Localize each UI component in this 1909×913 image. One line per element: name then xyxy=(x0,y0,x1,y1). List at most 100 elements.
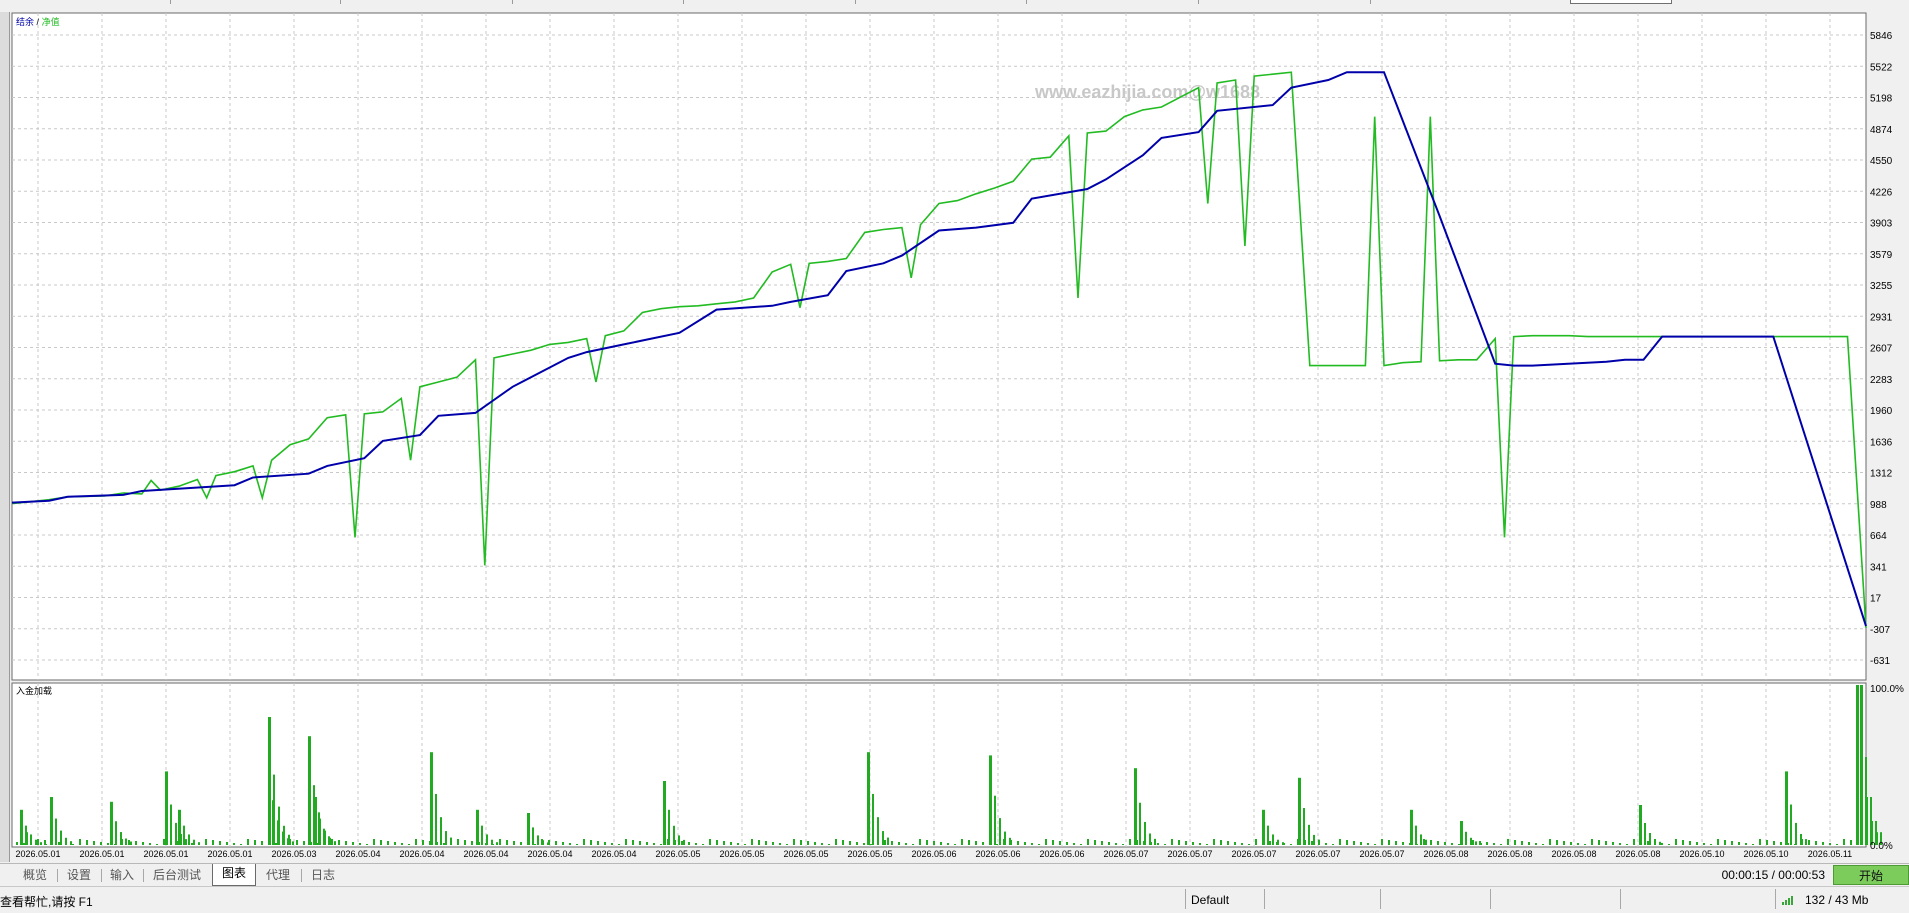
deposit-bar xyxy=(821,843,823,845)
deposit-bar xyxy=(1430,842,1432,845)
deposit-bar xyxy=(1696,842,1698,845)
deposit-bar xyxy=(520,842,522,845)
deposit-bar xyxy=(1836,844,1838,845)
deposit-bar xyxy=(193,839,195,845)
deposit-bar xyxy=(1395,841,1397,845)
deposit-bar xyxy=(464,840,466,845)
deposit-bar xyxy=(961,839,963,845)
deposit-chart-label: 入金加载 xyxy=(16,685,52,696)
deposit-bar xyxy=(476,809,479,845)
deposit-bar xyxy=(247,839,249,845)
deposit-bar xyxy=(982,842,984,845)
deposit-bar xyxy=(975,841,977,845)
tab-backtest[interactable]: 后台测试 xyxy=(144,866,210,885)
deposit-bar xyxy=(23,843,25,845)
deposit-bar xyxy=(527,813,530,845)
deposit-bar xyxy=(912,844,914,845)
deposit-bar xyxy=(1521,841,1523,845)
deposit-bar xyxy=(1500,844,1502,845)
deposit-bar xyxy=(1311,841,1313,845)
deposit-bar xyxy=(1206,844,1208,845)
deposit-bar xyxy=(1815,841,1817,845)
tab-settings[interactable]: 设置 xyxy=(58,866,100,885)
x-tick-label: 2026.05.06 xyxy=(1039,849,1084,859)
deposit-bar xyxy=(1759,839,1761,845)
y-tick-label: 3255 xyxy=(1870,281,1893,292)
deposit-bar xyxy=(130,841,132,845)
deposit-bar xyxy=(1059,841,1061,845)
deposit-bar xyxy=(1584,844,1586,845)
y-axis-labels: 5846 5522 5198 4874 4550 4226 3903 3579 3255 2931… xyxy=(1870,31,1893,667)
deposit-bar xyxy=(1325,843,1327,845)
tab-graph[interactable]: 图表 xyxy=(212,864,256,886)
deposit-bar xyxy=(125,838,127,845)
deposit-bar xyxy=(639,841,641,845)
deposit-bar xyxy=(835,839,837,845)
deposit-bar xyxy=(1241,843,1243,845)
deposit-bar xyxy=(1139,802,1141,845)
deposit-bar xyxy=(1661,843,1663,845)
tab-inputs[interactable]: 输入 xyxy=(102,866,142,885)
y-tick-label: 1636 xyxy=(1870,437,1893,448)
y-tick-label: 2607 xyxy=(1870,344,1893,355)
deposit-bar xyxy=(590,840,592,845)
deposit-bar xyxy=(329,837,331,845)
x-tick-label: 2026.05.07 xyxy=(1231,849,1276,859)
deposit-bar xyxy=(1094,840,1096,845)
deposit-bar xyxy=(60,830,62,845)
deposit-bar xyxy=(947,843,949,845)
deposit-bar xyxy=(1870,797,1872,845)
x-tick-label: 2026.05.11 xyxy=(1808,849,1852,859)
deposit-bar xyxy=(1766,840,1768,845)
deposit-bar xyxy=(882,831,884,845)
deposit-bar xyxy=(1290,844,1292,845)
deposit-bar xyxy=(422,840,424,845)
y-tick-label: 341 xyxy=(1870,562,1887,573)
deposit-bar xyxy=(678,835,680,845)
deposit-bar xyxy=(532,827,534,845)
deposit-bar xyxy=(1675,839,1677,845)
deposit-bar xyxy=(254,840,256,845)
deposit-bar xyxy=(50,797,53,845)
deposit-bar xyxy=(72,844,74,845)
deposit-bar xyxy=(1795,822,1797,845)
tab-overview[interactable]: 概览 xyxy=(14,866,56,885)
deposit-bar xyxy=(807,841,809,845)
deposit-bar xyxy=(1234,842,1236,845)
deposit-bar xyxy=(156,844,158,845)
start-button[interactable]: 开始 xyxy=(1833,865,1909,885)
deposit-bar xyxy=(408,844,410,845)
deposit-bar xyxy=(793,839,795,845)
deposit-bar xyxy=(663,781,666,845)
deposit-bar xyxy=(547,842,549,845)
deposit-bar xyxy=(537,835,539,845)
deposit-bar xyxy=(688,842,690,845)
deposit-bar xyxy=(110,801,113,845)
deposit-bar xyxy=(100,842,102,845)
deposit-bar xyxy=(1157,843,1159,845)
deposit-bar xyxy=(1563,841,1565,845)
deposit-bar xyxy=(919,839,921,845)
x-tick-label: 2026.05.08 xyxy=(1487,849,1532,859)
x-tick-label: 2026.05.01 xyxy=(143,849,188,859)
deposit-bar xyxy=(471,841,473,845)
tab-agents[interactable]: 代理 xyxy=(256,866,300,885)
deposit-bar xyxy=(884,840,886,845)
deposit-bar xyxy=(683,839,685,845)
tab-journal[interactable]: 日志 xyxy=(302,866,344,885)
y-tick-label: 1312 xyxy=(1870,469,1893,480)
deposit-bar xyxy=(1703,843,1705,845)
deposit-bar xyxy=(1808,840,1810,845)
deposit-bar xyxy=(765,841,767,845)
deposit-bar xyxy=(562,842,564,845)
deposit-bar xyxy=(70,841,72,845)
deposit-bar xyxy=(709,839,711,845)
deposit-bar xyxy=(1460,821,1463,845)
deposit-bar xyxy=(872,793,874,845)
deposit-bar xyxy=(205,839,207,845)
deposit-bar xyxy=(1267,825,1269,845)
deposit-bar xyxy=(292,841,294,845)
deposit-bar xyxy=(268,717,271,845)
deposit-bar xyxy=(1115,843,1117,845)
deposit-bar xyxy=(1045,839,1047,845)
